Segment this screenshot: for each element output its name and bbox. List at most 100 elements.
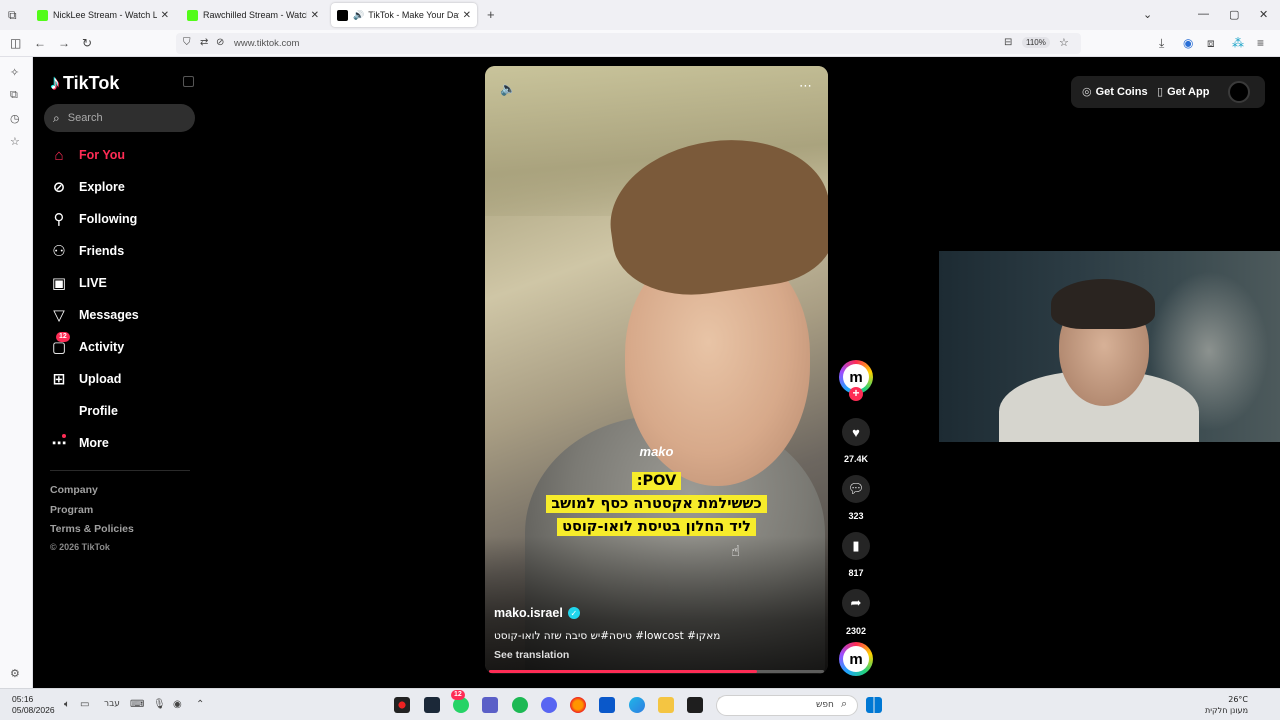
tray-app-icon[interactable]: ◉: [173, 699, 182, 710]
settings-gear-icon[interactable]: ⚙: [10, 667, 20, 680]
tab-title: TikTok - Make Your Day: [368, 10, 459, 20]
nav-item-explore[interactable]: ⊘ Explore: [50, 176, 125, 198]
sound-avatar[interactable]: m: [839, 642, 873, 676]
comment-count: 323: [848, 511, 864, 521]
bookmarks-icon[interactable]: ☆: [10, 135, 20, 148]
clock-date: 05/08/2026: [12, 705, 55, 715]
teams-icon[interactable]: [482, 697, 498, 713]
tray-overflow-chevron-icon[interactable]: ⌃: [196, 699, 204, 710]
follow-plus-button[interactable]: +: [849, 387, 863, 401]
url-text[interactable]: www.tiktok.com: [234, 38, 299, 49]
footer-link-terms[interactable]: Terms & Policies: [50, 523, 134, 535]
menu-icon[interactable]: ≡: [1257, 36, 1264, 50]
browser-side-strip: ✧ ⧉ ◷ ☆ ⚙: [0, 57, 33, 688]
edge-icon[interactable]: [629, 697, 645, 713]
profile-avatar[interactable]: [1228, 81, 1250, 103]
footer-link-program[interactable]: Program: [50, 504, 93, 516]
nav-item-following[interactable]: ⚲ Following: [50, 208, 138, 230]
volume-icon[interactable]: 🔈: [500, 81, 516, 97]
file-explorer-icon[interactable]: [658, 697, 674, 713]
share-button[interactable]: ➦: [842, 589, 870, 617]
reader-view-icon[interactable]: ⊟: [1004, 36, 1012, 50]
extension-icon[interactable]: ⁂: [1232, 36, 1244, 50]
bookmark-star-icon[interactable]: ☆: [1059, 36, 1069, 50]
nav-item-upload[interactable]: ⊞ Upload: [50, 368, 122, 390]
tiktok-logo[interactable]: ♪ TikTok: [50, 72, 119, 95]
collapse-sidebar-icon[interactable]: [183, 76, 194, 87]
forward-icon[interactable]: →: [58, 36, 70, 50]
nav-item-friends[interactable]: ⚇ Friends: [50, 240, 124, 262]
windows-start-icon[interactable]: [866, 697, 882, 713]
minimize-button[interactable]: —: [1198, 8, 1209, 20]
video-progress-bar[interactable]: [489, 670, 824, 673]
audio-playing-icon[interactable]: 🔊: [353, 10, 364, 21]
tab-list-icon[interactable]: ⧉: [8, 8, 17, 22]
search-box[interactable]: ⌕: [44, 104, 195, 132]
tab-close-icon[interactable]: ✕: [463, 10, 471, 21]
back-icon[interactable]: ←: [34, 36, 46, 50]
tab-close-icon[interactable]: ✕: [311, 10, 319, 21]
spotify-icon[interactable]: [512, 697, 528, 713]
weather-widget[interactable]: 26°C מעונן חלקית: [1198, 694, 1248, 716]
whatsapp-icon[interactable]: 12: [451, 690, 469, 713]
keyboard-icon[interactable]: ⌨︎: [130, 699, 144, 710]
video-player[interactable]: 🔈 ⋯ mako :POV כששילמת אקסטרה כסף למושב ל…: [485, 66, 828, 674]
steam-icon[interactable]: [424, 697, 440, 713]
synced-tabs-icon[interactable]: ⧉: [10, 89, 18, 102]
display-icon[interactable]: ▭: [80, 699, 89, 710]
mute-site-icon[interactable]: ⊘: [216, 36, 224, 50]
speaker-icon[interactable]: 🔈︎: [64, 699, 70, 710]
tab-tiktok[interactable]: 🔊 TikTok - Make Your Day ✕: [331, 3, 477, 27]
get-coins-button[interactable]: ◎ Get Coins: [1082, 85, 1148, 99]
reload-icon[interactable]: ↻: [82, 36, 92, 50]
tab-rawchilled[interactable]: Rawchilled Stream - Watch Live ✕: [181, 3, 325, 27]
get-coins-label: Get Coins: [1095, 85, 1148, 98]
get-app-button[interactable]: ▯ Get App: [1157, 85, 1209, 99]
tab-close-icon[interactable]: ✕: [161, 10, 169, 21]
nav-item-profile[interactable]: Profile: [50, 400, 118, 422]
search-input[interactable]: [67, 112, 178, 124]
store-icon[interactable]: [599, 697, 615, 713]
new-tab-button[interactable]: +: [487, 8, 495, 22]
kick-favicon-icon: [187, 9, 198, 21]
downloads-icon[interactable]: ⤓: [1159, 36, 1164, 50]
nav-item-more[interactable]: ⋯ More: [50, 432, 109, 454]
extensions-icon[interactable]: ⧈: [1207, 36, 1215, 50]
nav-item-activity[interactable]: ▢ 12 Activity: [50, 332, 124, 358]
vpn-icon[interactable]: ◉: [1183, 36, 1193, 50]
comment-button[interactable]: 💬︎: [842, 475, 870, 503]
taskbar-app-icon[interactable]: [394, 697, 410, 713]
permissions-icon[interactable]: ⇄: [200, 36, 208, 50]
save-button[interactable]: ▮: [842, 532, 870, 560]
tiktok-sidebar: ♪ TikTok ⌕ ⌂ For You ⊘ Explore ⚲ Followi…: [33, 57, 203, 688]
video-author[interactable]: mako.israel ✓: [494, 606, 580, 620]
taskbar-clock[interactable]: 05:16 05/08/2026: [12, 694, 55, 716]
video-more-icon[interactable]: ⋯: [799, 78, 813, 94]
phone-icon: ▯: [1157, 86, 1164, 98]
upload-icon: ⊞: [52, 371, 66, 388]
see-translation-link[interactable]: See translation: [494, 649, 569, 661]
shield-icon[interactable]: ⛉: [183, 36, 191, 50]
microphone-icon[interactable]: 🎙︎: [153, 699, 166, 710]
author-name[interactable]: mako.israel: [494, 606, 563, 620]
comment-icon: 💬︎: [847, 481, 865, 496]
close-window-button[interactable]: ✕: [1259, 8, 1268, 21]
history-icon[interactable]: ◷: [10, 112, 20, 125]
tab-overflow-icon[interactable]: ⌄: [1143, 8, 1152, 21]
terminal-icon[interactable]: [687, 697, 703, 713]
taskbar-search[interactable]: חפש ⌕: [716, 695, 858, 716]
like-button[interactable]: ♥: [842, 418, 870, 446]
maximize-button[interactable]: ▢: [1229, 8, 1239, 21]
nav-item-live[interactable]: ▣ LIVE: [50, 272, 107, 294]
discord-icon[interactable]: [541, 697, 557, 713]
tab-nicklee[interactable]: NickLee Stream - Watch Live on ✕: [31, 3, 175, 27]
footer-link-company[interactable]: Company: [50, 484, 98, 496]
ai-chat-icon[interactable]: ✧: [10, 66, 19, 79]
nav-item-messages[interactable]: ▽ Messages: [50, 304, 139, 326]
language-indicator[interactable]: עבר: [104, 699, 120, 709]
nav-item-for-you[interactable]: ⌂ For You: [50, 144, 125, 166]
firefox-icon[interactable]: [570, 697, 586, 713]
url-bar[interactable]: ⛉ ⇄ ⊘ www.tiktok.com ⊟ 110% ☆: [176, 33, 1081, 54]
sidebar-toggle-icon[interactable]: ◫: [10, 36, 21, 50]
zoom-level[interactable]: 110%: [1022, 37, 1050, 48]
